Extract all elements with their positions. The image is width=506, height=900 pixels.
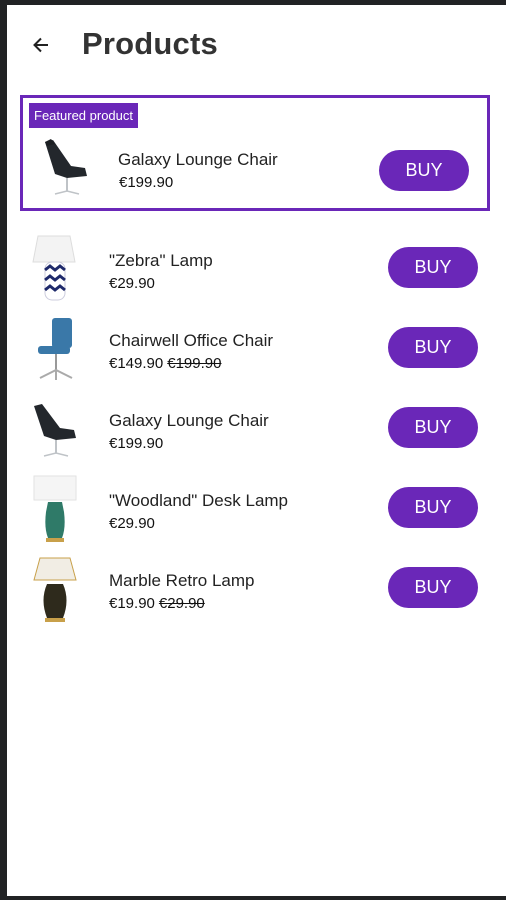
product-image-woodland-lamp	[30, 472, 86, 544]
product-image-office-chair	[30, 312, 86, 384]
product-row: "Woodland" Desk Lamp €29.90 BUY	[7, 470, 506, 550]
buy-button[interactable]: BUY	[379, 150, 469, 191]
product-image-zebra-lamp	[30, 232, 86, 304]
product-name: Galaxy Lounge Chair	[118, 150, 278, 169]
app-header: Products	[7, 5, 506, 85]
back-button[interactable]	[29, 33, 53, 57]
product-price: €199.90	[109, 435, 164, 452]
original-price: €29.90	[158, 595, 205, 612]
product-name: Galaxy Lounge Chair	[109, 411, 269, 430]
product-name: Chairwell Office Chair	[109, 331, 274, 350]
buy-button[interactable]: BUY	[388, 567, 478, 608]
product-name: "Woodland" Desk Lamp	[109, 491, 289, 510]
product-price: €29.90	[109, 275, 155, 292]
product-image-lounge-chair	[37, 136, 93, 208]
featured-badge: Featured product	[29, 103, 139, 128]
buy-button[interactable]: BUY	[388, 327, 478, 368]
arrow-left-icon	[33, 37, 48, 53]
product-image-retro-lamp	[30, 552, 86, 624]
current-price: €19.90	[109, 595, 155, 612]
product-row: Chairwell Office Chair €149.90 €199.90 BU…	[7, 310, 506, 390]
screen: Products Featured product Galaxy Lounge …	[7, 5, 506, 896]
buy-button[interactable]: BUY	[388, 247, 478, 288]
current-price: €149.90	[109, 355, 164, 372]
featured-product-card: Featured product Galaxy Lounge Chair €19…	[20, 95, 490, 211]
product-price: €199.90	[119, 174, 174, 191]
product-row: Marble Retro Lamp €19.90 €29.90 BUY	[7, 550, 506, 630]
product-price: €149.90 €199.90	[109, 355, 221, 372]
product-name: "Zebra" Lamp	[109, 251, 213, 270]
product-price: €29.90	[109, 515, 155, 532]
original-price: €199.90	[167, 355, 222, 372]
buy-button[interactable]: BUY	[388, 407, 478, 448]
product-row: Galaxy Lounge Chair €199.90 BUY	[7, 390, 506, 470]
product-price: €19.90 €29.90	[109, 595, 205, 612]
buy-button[interactable]: BUY	[388, 487, 478, 528]
product-image-lounge-chair	[30, 398, 86, 470]
page-title: Products	[82, 26, 218, 61]
product-row: "Zebra" Lamp €29.90 BUY	[7, 230, 506, 310]
product-name: Marble Retro Lamp	[109, 571, 255, 590]
